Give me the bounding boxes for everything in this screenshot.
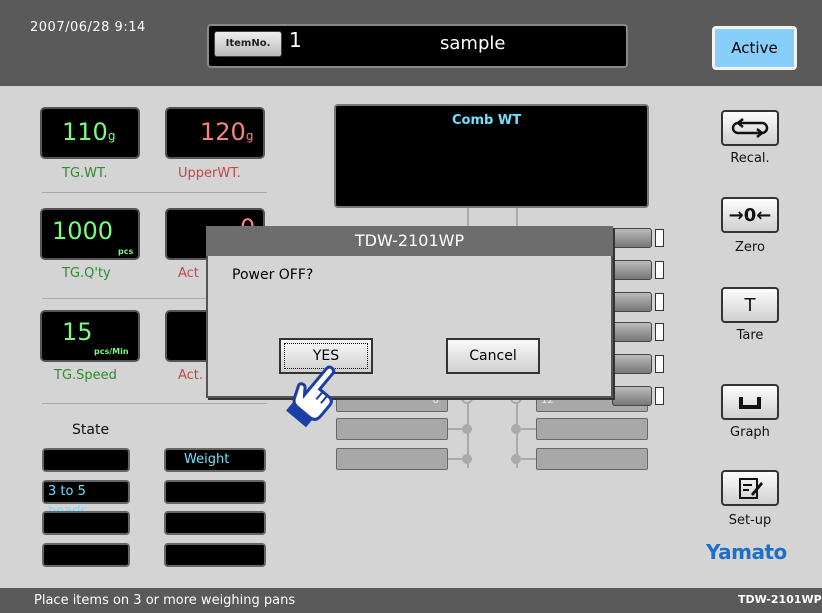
- state-label: State: [72, 422, 110, 438]
- zero-button[interactable]: →0←: [721, 197, 779, 233]
- state-box[interactable]: [42, 543, 130, 567]
- zero-icon: →0←: [728, 204, 772, 226]
- tg-qty-label: TG.Q'ty: [62, 266, 111, 281]
- head-node: [511, 424, 521, 434]
- item-no-value: 1: [289, 28, 302, 52]
- recalibrate-icon: [731, 118, 769, 138]
- setup-button[interactable]: [721, 470, 779, 506]
- state-box[interactable]: [164, 543, 266, 567]
- graph-button[interactable]: [721, 384, 779, 420]
- weigh-head[interactable]: [536, 448, 648, 470]
- item-no-button[interactable]: ItemNo.: [214, 31, 282, 57]
- weigh-head[interactable]: [536, 418, 648, 440]
- tg-qty-value-wrap: 1000: [52, 217, 113, 245]
- setup-icon: [739, 478, 763, 499]
- head-indicator: [655, 355, 664, 373]
- head-indicator: [655, 261, 664, 279]
- tg-wt-label: TG.WT.: [62, 166, 108, 181]
- upper-wt-value-wrap: 120g: [200, 118, 253, 146]
- divider: [42, 403, 267, 404]
- tare-icon: T: [744, 294, 756, 316]
- recal-label: Recal.: [730, 151, 770, 166]
- status-message: Place items on 3 or more weighing pans: [34, 593, 296, 608]
- state-box[interactable]: 3 to 5 heads: [42, 480, 130, 519]
- weigh-head[interactable]: [612, 292, 652, 312]
- tg-speed-value: 15: [62, 318, 93, 346]
- weigh-head[interactable]: [612, 260, 652, 280]
- model-label: TDW-2101WP: [738, 593, 822, 606]
- divider: [42, 192, 267, 193]
- tare-button[interactable]: T: [721, 287, 779, 323]
- connector-line: [448, 428, 462, 430]
- head-indicator: [655, 293, 664, 311]
- dialog-title: TDW-2101WP: [206, 226, 613, 256]
- connector-line: [448, 458, 462, 460]
- cancel-button[interactable]: Cancel: [446, 338, 540, 374]
- upper-wt-value: 120: [200, 118, 246, 146]
- upper-wt-unit: g: [245, 129, 254, 143]
- weigh-head[interactable]: [612, 228, 652, 248]
- act-speed-label: Act.: [178, 368, 204, 383]
- state-box[interactable]: [42, 511, 130, 535]
- comb-wt-label: Comb WT: [452, 113, 522, 128]
- weigh-head[interactable]: [336, 418, 448, 440]
- act-qty-label: Act: [178, 266, 199, 281]
- head-node: [462, 454, 472, 464]
- graph-icon: [739, 397, 761, 409]
- state-box[interactable]: Weight: [164, 448, 266, 472]
- head-node: [462, 424, 472, 434]
- tg-wt-value-wrap: 110g: [62, 118, 115, 146]
- state-box[interactable]: [164, 511, 266, 535]
- head-node: [511, 454, 521, 464]
- graph-label: Graph: [730, 425, 770, 440]
- upper-wt-label: UpperWT.: [178, 166, 241, 181]
- weigh-head[interactable]: [612, 354, 652, 374]
- item-name: sample: [440, 33, 506, 54]
- pointer-hand-icon: [286, 365, 336, 428]
- tg-speed-label: TG.Speed: [54, 368, 117, 383]
- state-box[interactable]: [42, 448, 130, 472]
- dialog-message: Power OFF?: [232, 267, 314, 283]
- state-box[interactable]: [164, 480, 266, 504]
- tg-qty-value: 1000: [52, 217, 114, 245]
- head-indicator: [655, 387, 664, 405]
- datetime: 2007/06/28 9:14: [30, 20, 146, 35]
- brand-logo: Yamato: [706, 540, 787, 564]
- tg-qty-unit: pcs: [118, 247, 134, 256]
- head-indicator: [655, 229, 664, 247]
- tg-wt-unit: g: [107, 129, 116, 143]
- tg-speed-unit: pcs/Min: [94, 347, 129, 356]
- connector-line: [521, 428, 536, 430]
- connector-line: [521, 458, 536, 460]
- setup-label: Set-up: [728, 513, 772, 528]
- active-button[interactable]: Active: [712, 26, 797, 70]
- tare-label: Tare: [736, 328, 764, 343]
- head-indicator: [655, 323, 664, 341]
- tg-wt-value: 110: [62, 118, 108, 146]
- recal-button[interactable]: [721, 110, 779, 146]
- weigh-head[interactable]: [612, 322, 652, 342]
- weigh-head[interactable]: [336, 448, 448, 470]
- weigh-head[interactable]: [612, 386, 652, 406]
- zero-label: Zero: [735, 240, 765, 255]
